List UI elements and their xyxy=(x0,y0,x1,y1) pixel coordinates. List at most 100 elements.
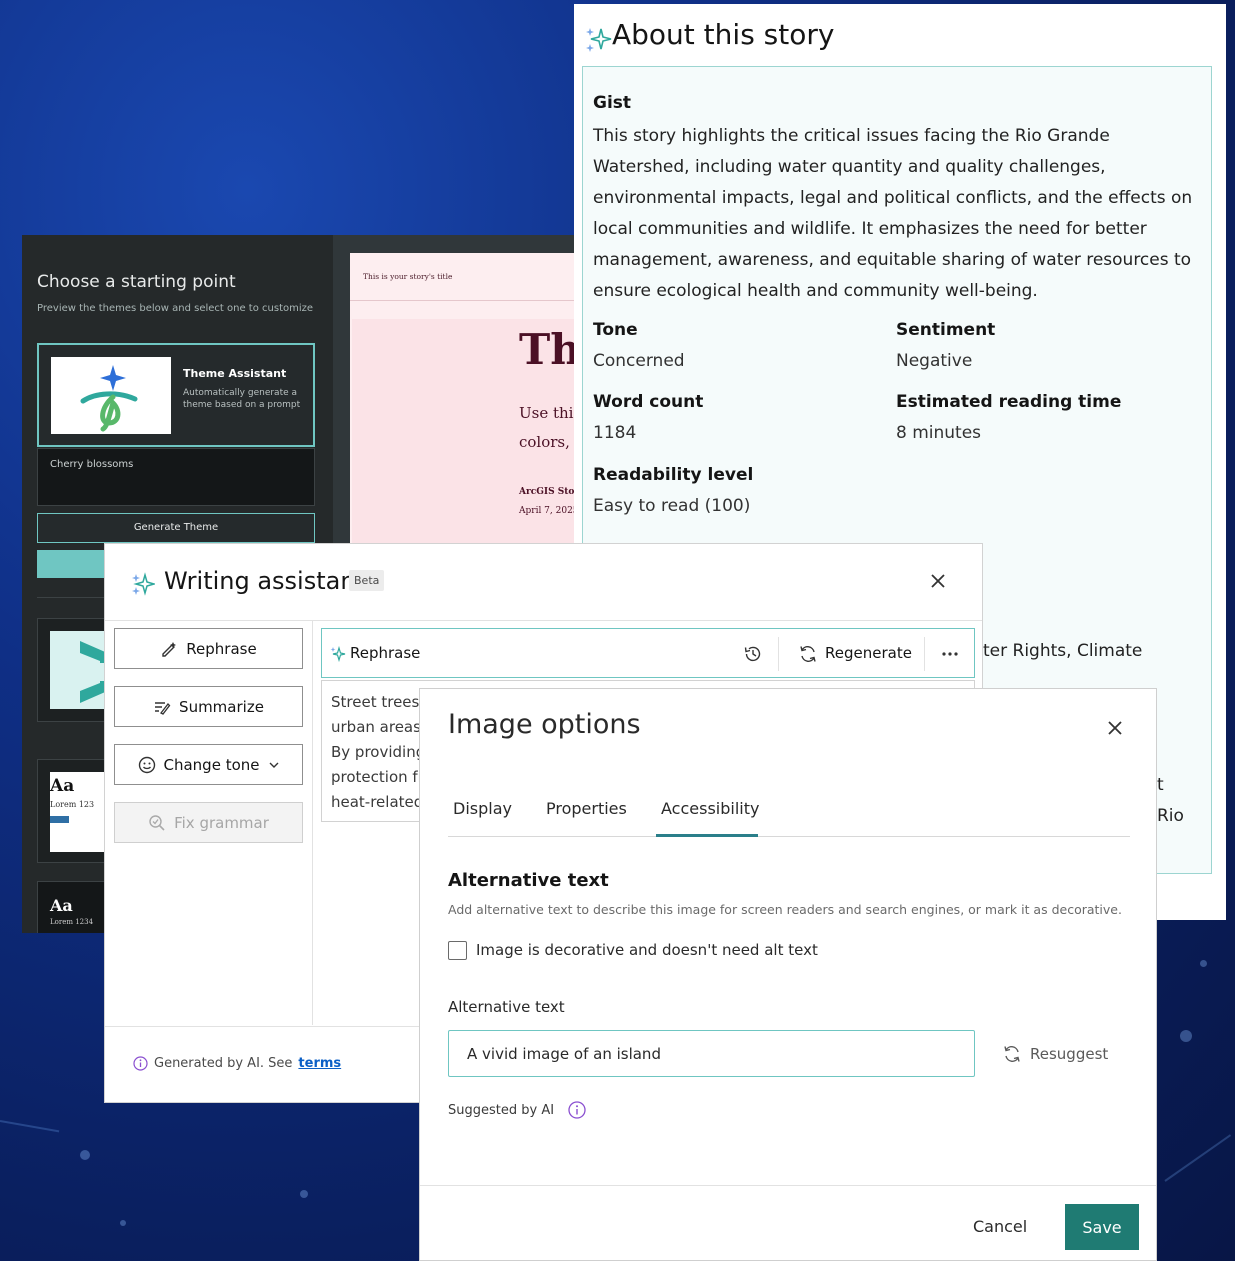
suggested-by-ai-text: Suggested by AI xyxy=(448,1102,555,1118)
toolbar-separator xyxy=(778,637,779,671)
story-preview-title: Thi xyxy=(519,325,577,374)
sparkle-icon xyxy=(132,572,155,596)
summarize-icon xyxy=(155,701,171,715)
word-count-value: 1184 xyxy=(593,423,637,443)
background-dot xyxy=(300,1190,308,1198)
tab-accessibility[interactable]: Accessibility xyxy=(661,799,759,818)
alt-text-field-label: Alternative text xyxy=(448,998,565,1016)
change-tone-button[interactable]: Change tone xyxy=(114,744,303,785)
theme-assistant-logo-icon xyxy=(80,365,138,432)
theme-assistant-thumbnail xyxy=(51,357,171,434)
background-dot xyxy=(80,1150,90,1160)
close-icon[interactable] xyxy=(927,570,949,592)
chevron-down-icon xyxy=(269,762,278,768)
theme-panel-title: Choose a starting point xyxy=(37,272,236,292)
theme-card-lorem: Lorem 123 xyxy=(50,800,95,809)
background-dot xyxy=(1200,960,1207,967)
save-button[interactable]: Save xyxy=(1065,1204,1139,1250)
rephrase-icon xyxy=(162,641,177,657)
keywords-partial: ter Rights, Climate xyxy=(983,641,1143,661)
decorative-checkbox-label: Image is decorative and doesn't need alt… xyxy=(476,941,818,959)
generate-theme-button[interactable]: Generate Theme xyxy=(37,513,315,543)
sentiment-label: Sentiment xyxy=(896,320,996,340)
writing-assistant-header: Writing assistant Beta xyxy=(105,544,982,621)
theme-card-lorem: Lorem 1234 xyxy=(50,918,94,926)
about-title: About this story xyxy=(612,18,835,51)
resuggest-button[interactable]: Resuggest xyxy=(1002,1044,1108,1064)
fix-grammar-label: Fix grammar xyxy=(174,813,269,832)
background-dot xyxy=(1180,1030,1192,1042)
tone-label: Tone xyxy=(593,320,638,340)
sparkle-icon xyxy=(586,28,612,52)
partial-text-t: t xyxy=(1157,775,1164,795)
theme-assistant-description: Automatically generate a theme based on … xyxy=(183,388,301,410)
reading-time-value: 8 minutes xyxy=(896,423,982,443)
writing-assistant-title: Writing assistant xyxy=(164,567,365,595)
smiley-icon xyxy=(138,756,155,773)
summarize-label: Summarize xyxy=(179,697,264,716)
background-dot xyxy=(120,1220,126,1226)
story-preview-author: ArcGIS Stor xyxy=(519,487,577,497)
writing-assistant-divider xyxy=(312,621,313,1025)
info-icon xyxy=(133,1056,148,1071)
ai-disclaimer: Generated by AI. See terms xyxy=(133,1056,341,1071)
theme-prompt-input[interactable]: Cherry blossoms xyxy=(37,448,315,506)
toolbar-separator xyxy=(924,637,925,671)
close-icon[interactable] xyxy=(1104,717,1126,739)
tab-properties[interactable]: Properties xyxy=(546,799,627,818)
ai-disclaimer-text: Generated by AI. See xyxy=(154,1056,293,1071)
tab-bar-underline xyxy=(448,836,1130,837)
reading-time-label: Estimated reading time xyxy=(896,392,1122,412)
partial-text-rio: Rio xyxy=(1157,806,1184,826)
image-options-dialog: Image options Display Properties Accessi… xyxy=(419,688,1157,1261)
dialog-footer-divider xyxy=(420,1185,1156,1186)
terms-link[interactable]: terms xyxy=(298,1056,341,1071)
change-tone-label: Change tone xyxy=(163,755,260,774)
story-preview-header: This is your story's title xyxy=(350,253,577,301)
theme-panel-subtitle: Preview the themes below and select one … xyxy=(37,303,314,314)
regenerate-icon xyxy=(1004,1046,1020,1062)
result-toolbar: Rephrase Regenerate xyxy=(321,628,975,678)
theme-assistant-name: Theme Assistant xyxy=(183,367,287,380)
result-mode-label: Rephrase xyxy=(350,644,421,662)
word-count-label: Word count xyxy=(593,392,704,412)
sentiment-value: Negative xyxy=(896,351,973,371)
gist-label: Gist xyxy=(593,93,632,113)
decorative-checkbox[interactable] xyxy=(448,941,467,960)
tone-value: Concerned xyxy=(593,351,685,371)
rephrase-label: Rephrase xyxy=(186,639,257,658)
readability-value: Easy to read (100) xyxy=(593,496,751,516)
story-body-line: Use this xyxy=(519,404,577,422)
rephrase-button[interactable]: Rephrase xyxy=(114,628,303,669)
cancel-button[interactable]: Cancel xyxy=(973,1217,1027,1236)
readability-label: Readability level xyxy=(593,465,754,485)
alt-text-description: Add alternative text to describe this im… xyxy=(448,902,1122,917)
fix-grammar-button[interactable]: Fix grammar xyxy=(114,802,303,843)
regenerate-button[interactable]: Regenerate xyxy=(825,644,912,662)
image-options-title: Image options xyxy=(448,709,641,740)
suggested-by-ai: Suggested by AI xyxy=(448,1101,586,1119)
alt-text-heading: Alternative text xyxy=(448,870,609,891)
alt-text-input[interactable] xyxy=(448,1030,975,1077)
story-preview-date: April 7, 2025 xyxy=(519,506,577,516)
theme-card-aa: Aa xyxy=(50,896,73,915)
info-icon[interactable] xyxy=(568,1101,586,1119)
theme-card-swatch xyxy=(50,816,69,823)
story-body-line: colors, t xyxy=(519,433,577,451)
theme-card-aa: Aa xyxy=(50,776,75,796)
theme-assistant-card[interactable]: Theme Assistant Automatically generate a… xyxy=(37,343,315,447)
resuggest-label: Resuggest xyxy=(1030,1045,1109,1063)
story-preview-body: Use this colors, t xyxy=(519,399,577,457)
magnifier-check-icon xyxy=(149,814,165,831)
story-header-title: This is your story's title xyxy=(363,272,453,281)
history-icon[interactable] xyxy=(743,644,763,664)
beta-badge: Beta xyxy=(349,570,385,591)
active-tab-indicator xyxy=(656,834,758,837)
gist-text: This story highlights the critical issue… xyxy=(593,126,1193,301)
background-line xyxy=(1164,1134,1232,1182)
more-icon[interactable] xyxy=(940,644,960,664)
theme-prompt-value: Cherry blossoms xyxy=(50,459,134,470)
regenerate-icon xyxy=(800,646,816,662)
summarize-button[interactable]: Summarize xyxy=(114,686,303,727)
tab-display[interactable]: Display xyxy=(453,799,512,818)
